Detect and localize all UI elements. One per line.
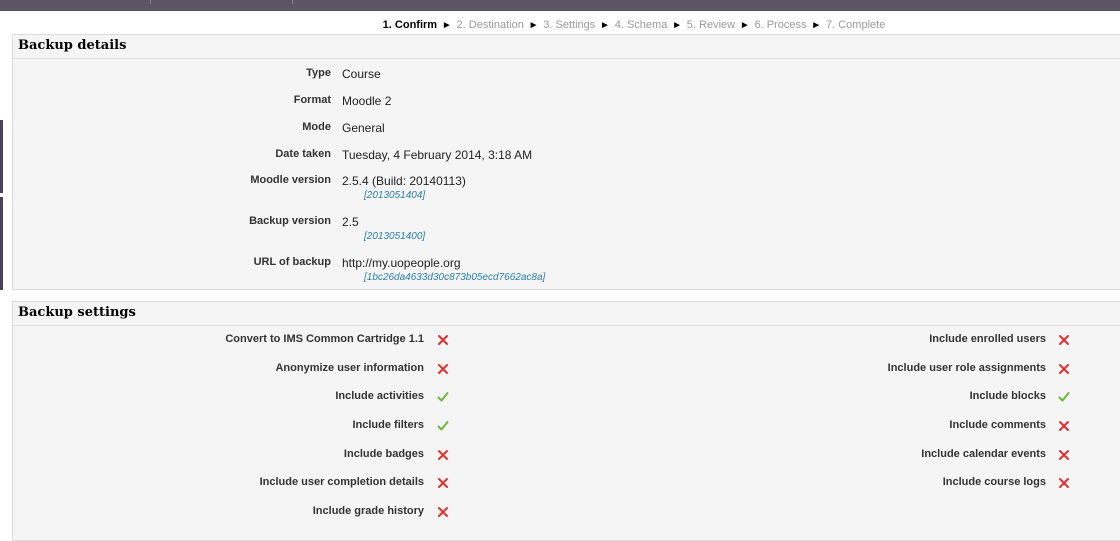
backup-settings-section: Backup settings Convert to IMS Common Ca… — [12, 301, 1120, 541]
left-edge-bar — [0, 197, 3, 290]
detail-value: http://my.uopeople.org [1bc26da4633d30c87… — [342, 256, 545, 283]
setting-row: Include course logs — [13, 476, 1120, 492]
detail-value: 2.5.4 (Build: 20140113) [2013051404] — [342, 174, 466, 201]
setting-label: Include blocks — [969, 390, 1046, 402]
setting-row: Include comments — [13, 419, 1120, 435]
cross-icon — [1058, 449, 1070, 461]
detail-label: URL of backup — [253, 256, 331, 268]
cross-icon — [1058, 420, 1070, 432]
detail-value-text: Course — [342, 67, 381, 81]
left-edge-bar — [0, 120, 3, 193]
setting-row: Include user role assignments — [13, 362, 1120, 378]
backup-progress-bar: 1. Confirm ► 2. Destination ► 3. Setting… — [0, 19, 1120, 31]
progress-arrow-icon: ► — [525, 20, 542, 31]
progress-step: 6. Process — [754, 19, 807, 31]
progress-arrow-icon: ► — [737, 20, 753, 31]
detail-label: Moodle version — [250, 174, 331, 186]
progress-step: 4. Schema — [614, 19, 668, 31]
top-navigation-bar — [0, 0, 1120, 11]
setting-label: Include grade history — [312, 505, 424, 517]
setting-label: Include user role assignments — [887, 362, 1046, 374]
setting-row: Include enrolled users — [13, 333, 1120, 349]
progress-step: 2. Destination — [456, 19, 524, 31]
setting-label: Include enrolled users — [929, 333, 1046, 345]
detail-label: Date taken — [275, 148, 331, 160]
detail-label: Mode — [302, 121, 331, 133]
detail-value: Course — [342, 67, 381, 81]
detail-value: Moodle 2 — [342, 94, 391, 108]
detail-value-text: Tuesday, 4 February 2014, 3:18 AM — [342, 148, 533, 162]
detail-label: Backup version — [249, 215, 331, 227]
detail-version-code: [2013051400] — [364, 231, 426, 242]
setting-row: Include grade history — [13, 505, 1120, 521]
section-legend: Backup details — [13, 35, 1120, 59]
progress-step: 3. Settings — [543, 19, 596, 31]
detail-value-text: http://my.uopeople.org — [342, 256, 461, 270]
setting-row: Include calendar events — [13, 448, 1120, 464]
detail-value-text: General — [342, 121, 385, 135]
detail-value: Tuesday, 4 February 2014, 3:18 AM — [342, 148, 532, 162]
setting-label: Include calendar events — [921, 448, 1046, 460]
progress-arrow-icon: ► — [808, 20, 824, 31]
progress-arrow-icon: ► — [597, 20, 613, 31]
detail-label: Format — [293, 94, 331, 106]
detail-value: General — [342, 121, 385, 135]
cross-icon — [437, 506, 449, 518]
detail-label: Type — [306, 67, 331, 79]
progress-arrow-icon: ► — [439, 20, 455, 31]
section-legend: Backup settings — [13, 302, 1120, 326]
detail-version-code: [2013051404] — [364, 190, 426, 201]
setting-label: Include comments — [949, 419, 1046, 431]
nav-separator — [292, 0, 293, 4]
progress-arrow-icon: ► — [669, 20, 685, 31]
detail-value: 2.5 [2013051400] — [342, 215, 425, 242]
detail-value-text: Moodle 2 — [342, 94, 392, 108]
nav-separator — [150, 0, 151, 4]
progress-step: 5. Review — [686, 19, 736, 31]
cross-icon — [1058, 363, 1070, 375]
backup-details-section: Backup details Type Course Format Moodle 2 M… — [12, 34, 1120, 290]
cross-icon — [1058, 334, 1070, 346]
progress-step: 1. Confirm — [382, 19, 438, 31]
cross-icon — [1058, 477, 1070, 489]
check-icon — [1058, 391, 1070, 403]
progress-step: 7. Complete — [826, 19, 886, 31]
detail-version-code: [1bc26da4633d30c873b05ecd7662ac8a] — [364, 272, 546, 283]
setting-row: Include blocks — [13, 390, 1120, 406]
detail-value-text: 2.5.4 (Build: 20140113) — [342, 174, 466, 188]
setting-label: Include course logs — [942, 476, 1046, 488]
detail-value-text: 2.5 — [342, 215, 359, 229]
